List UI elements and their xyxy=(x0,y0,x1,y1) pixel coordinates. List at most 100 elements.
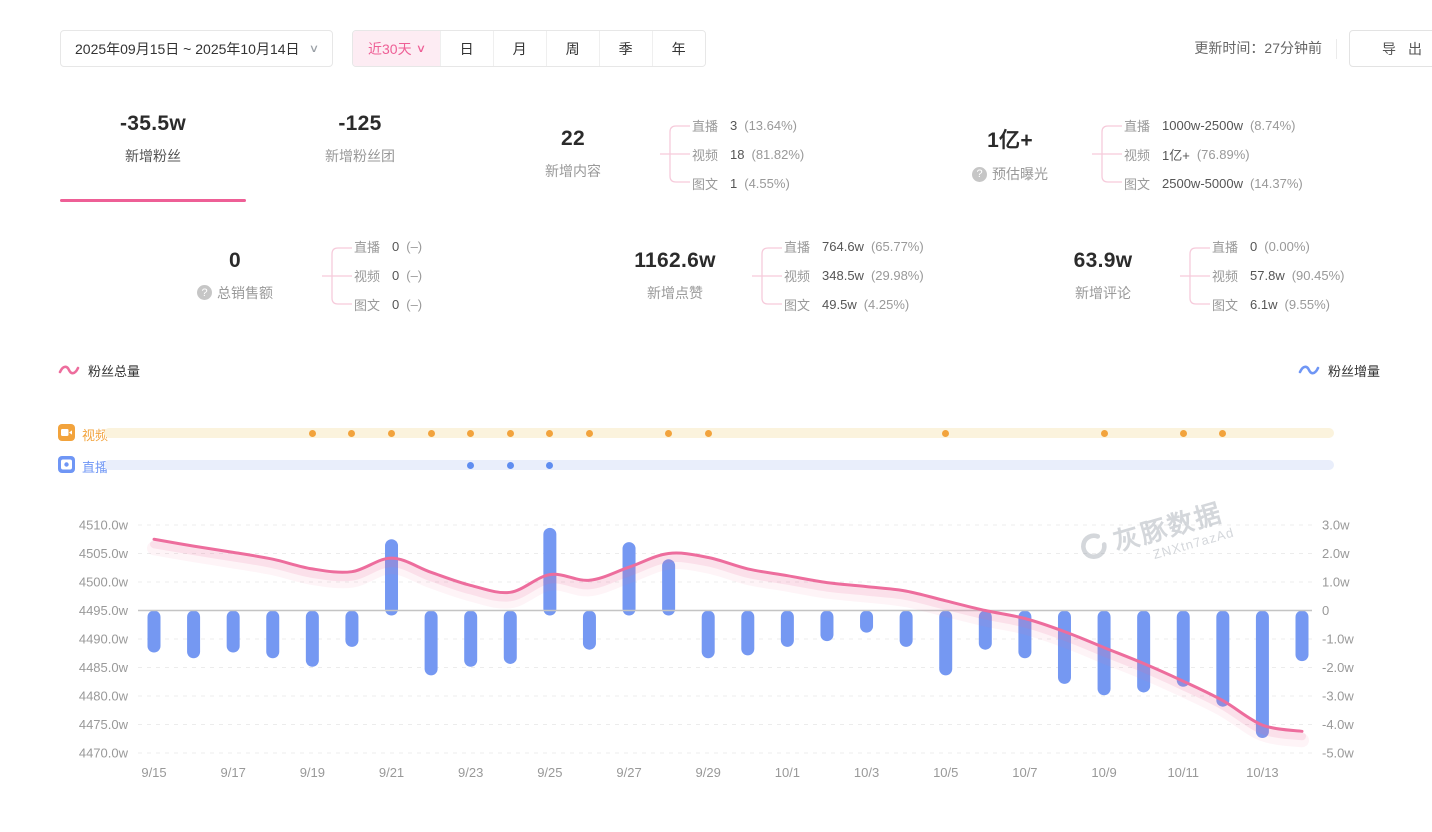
breakdown-connector xyxy=(1180,243,1210,309)
stat-value: 1162.6w xyxy=(600,249,750,273)
chevron-down-icon: ∨ xyxy=(415,42,425,55)
help-icon[interactable]: ? xyxy=(197,285,212,300)
fans-delta-bar[interactable] xyxy=(425,611,438,676)
breakdown-list: 直播 3 (13.64%) 视频 18 (81.82%) 图文 1 (4.55%… xyxy=(692,111,804,198)
right-axis-tick: 1.0w xyxy=(1322,575,1350,590)
fans-delta-bar[interactable] xyxy=(266,611,279,659)
tab-week[interactable]: 周 xyxy=(546,31,599,66)
live-dot[interactable] xyxy=(546,462,553,469)
stat-label: 新增评论 xyxy=(1028,283,1178,303)
breakdown-row: 图文 49.5w (4.25%) xyxy=(784,290,924,319)
stat-card-new-fan-club[interactable]: -125 新增粉丝团 xyxy=(265,112,455,166)
x-axis-tick: 9/27 xyxy=(616,765,641,780)
breakdown-row: 视频 348.5w (29.98%) xyxy=(784,261,924,290)
fans-delta-bar[interactable] xyxy=(227,611,240,653)
stat-label: 新增粉丝 xyxy=(120,146,186,166)
left-axis-tick: 4490.0w xyxy=(79,632,129,647)
left-axis-tick: 4470.0w xyxy=(79,746,129,761)
breakdown-row: 视频 0 (–) xyxy=(354,261,422,290)
fans-delta-bar[interactable] xyxy=(1177,611,1190,687)
date-range-text: 2025年09月15日 ~ 2025年10月14日 xyxy=(75,39,300,59)
fans-delta-bar[interactable] xyxy=(148,611,161,653)
stat-label: 预估曝光 xyxy=(992,164,1048,184)
video-dot[interactable] xyxy=(428,430,435,437)
x-axis-tick: 10/5 xyxy=(933,765,958,780)
fans-delta-bar[interactable] xyxy=(385,539,398,615)
video-dot[interactable] xyxy=(467,430,474,437)
left-axis-tick: 4505.0w xyxy=(79,546,129,561)
breakdown-row: 图文 0 (–) xyxy=(354,290,422,319)
right-axis-tick: -5.0w xyxy=(1322,746,1354,761)
fans-delta-bar[interactable] xyxy=(1216,611,1229,707)
breakdown-list: 直播 0 (–) 视频 0 (–) 图文 0 (–) xyxy=(354,232,422,319)
breakdown-row: 视频 57.8w (90.45%) xyxy=(1212,261,1344,290)
live-dot[interactable] xyxy=(507,462,514,469)
fans-delta-bar[interactable] xyxy=(1296,611,1309,662)
fans-trend-chart[interactable]: 4510.0w3.0w4505.0w2.0w4500.0w1.0w4495.0w… xyxy=(0,505,1432,805)
stat-card-new-likes[interactable]: 1162.6w 新增点赞 直播 764.6w (65.77%) 视频 348.5… xyxy=(600,232,924,319)
video-dot[interactable] xyxy=(546,430,553,437)
video-dot[interactable] xyxy=(665,430,672,437)
stat-card-estimated-exposure[interactable]: 1亿+ ? 预估曝光 直播 1000w-2500w (8.74%) 视频 1亿+… xyxy=(930,110,1303,198)
fans-delta-bar[interactable] xyxy=(702,611,715,659)
video-dot[interactable] xyxy=(388,430,395,437)
video-dot[interactable] xyxy=(309,430,316,437)
fans-delta-bar[interactable] xyxy=(1256,611,1269,739)
x-axis-tick: 10/1 xyxy=(775,765,800,780)
stat-value: 22 xyxy=(488,127,658,151)
video-dot[interactable] xyxy=(1180,430,1187,437)
fans-delta-bar[interactable] xyxy=(583,611,596,650)
right-axis-tick: 0 xyxy=(1322,603,1329,618)
tab-year[interactable]: 年 xyxy=(652,31,705,66)
fans-delta-bar[interactable] xyxy=(860,611,873,633)
video-camera-icon xyxy=(58,424,75,441)
fans-delta-bar[interactable] xyxy=(543,528,556,616)
stat-card-new-content[interactable]: 22 新增内容 直播 3 (13.64%) 视频 18 (81.82%) 图文 … xyxy=(488,110,804,198)
live-band-track xyxy=(104,460,1334,470)
period-tab-group: 近30天 ∨ 日 月 周 季 年 xyxy=(352,30,706,67)
video-dot[interactable] xyxy=(1101,430,1108,437)
video-dot[interactable] xyxy=(705,430,712,437)
fans-delta-bar[interactable] xyxy=(741,611,754,656)
fans-delta-bar[interactable] xyxy=(900,611,913,647)
fans-delta-bar[interactable] xyxy=(504,611,517,664)
video-dot[interactable] xyxy=(1219,430,1226,437)
legend-fans-delta[interactable]: 粉丝增量 xyxy=(1298,359,1380,381)
tab-quarter[interactable]: 季 xyxy=(599,31,652,66)
fans-delta-bar[interactable] xyxy=(464,611,477,667)
fans-delta-bar[interactable] xyxy=(345,611,358,647)
x-axis-tick: 10/13 xyxy=(1246,765,1279,780)
breakdown-list: 直播 1000w-2500w (8.74%) 视频 1亿+ (76.89%) 图… xyxy=(1124,111,1303,198)
legend-fans-total[interactable]: 粉丝总量 xyxy=(58,359,140,381)
stat-value: 1亿+ xyxy=(930,124,1090,154)
stat-value: 0 xyxy=(150,249,320,273)
pink-wave-icon xyxy=(58,364,80,376)
quick-range-button[interactable]: 近30天 ∨ xyxy=(353,31,440,66)
fans-delta-bar[interactable] xyxy=(820,611,833,642)
tab-month[interactable]: 月 xyxy=(493,31,546,66)
blue-wave-icon xyxy=(1298,364,1320,376)
stat-card-new-fans[interactable]: -35.5w 新增粉丝 xyxy=(60,112,246,166)
x-axis-tick: 10/7 xyxy=(1012,765,1037,780)
export-button[interactable]: 导出 xyxy=(1349,30,1432,67)
fans-delta-bar[interactable] xyxy=(187,611,200,659)
x-axis-tick: 9/29 xyxy=(696,765,721,780)
stat-card-total-sales[interactable]: 0 ? 总销售额 直播 0 (–) 视频 0 (–) 图文 0 (–) xyxy=(150,232,422,319)
fans-delta-bar[interactable] xyxy=(306,611,319,667)
video-dot[interactable] xyxy=(942,430,949,437)
chevron-down-icon: ∨ xyxy=(308,42,318,55)
video-dot[interactable] xyxy=(348,430,355,437)
left-axis-tick: 4500.0w xyxy=(79,575,129,590)
fans-delta-bar[interactable] xyxy=(781,611,794,647)
live-dot[interactable] xyxy=(467,462,474,469)
stat-value: -35.5w xyxy=(120,112,186,136)
fans-delta-bar[interactable] xyxy=(939,611,952,676)
video-dot[interactable] xyxy=(507,430,514,437)
x-axis-tick: 10/11 xyxy=(1167,765,1199,780)
stat-card-new-comments[interactable]: 63.9w 新增评论 直播 0 (0.00%) 视频 57.8w (90.45%… xyxy=(1028,232,1344,319)
video-dot[interactable] xyxy=(586,430,593,437)
breakdown-connector xyxy=(1092,121,1122,187)
help-icon[interactable]: ? xyxy=(972,167,987,182)
date-range-picker[interactable]: 2025年09月15日 ~ 2025年10月14日 ∨ xyxy=(60,30,333,67)
tab-day[interactable]: 日 xyxy=(440,31,493,66)
